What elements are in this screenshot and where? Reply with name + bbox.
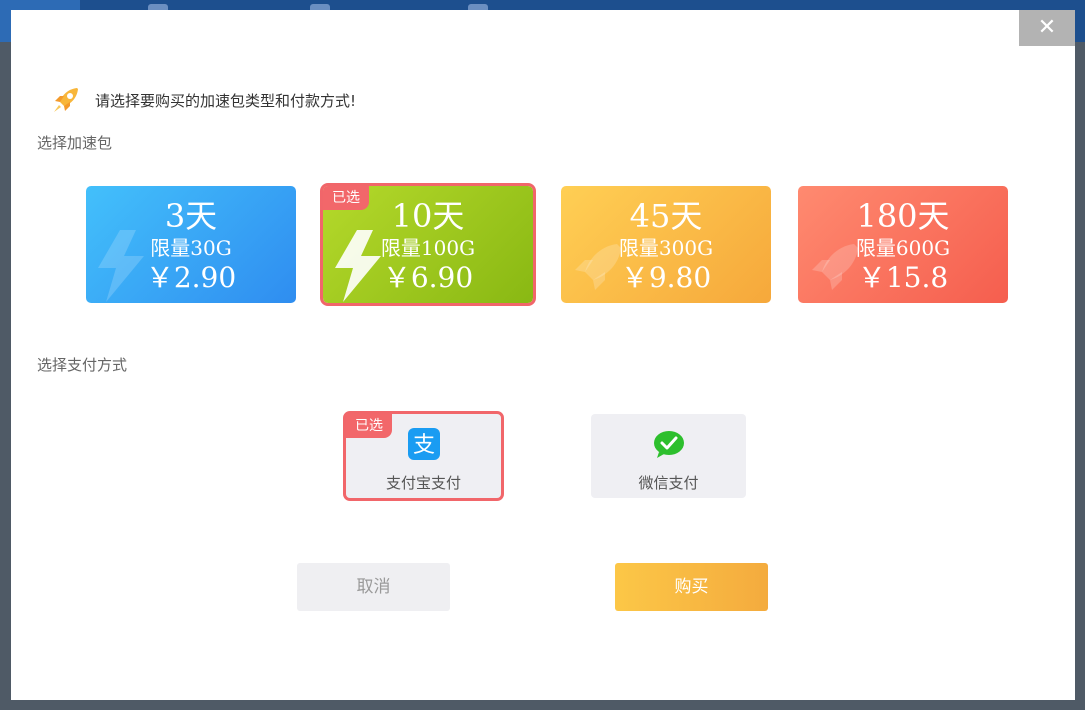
- payment-label: 微信支付: [638, 474, 699, 492]
- payment-label: 支付宝支付: [385, 474, 461, 492]
- close-button[interactable]: ✕: [1019, 10, 1075, 46]
- package-days: 180天: [856, 197, 950, 235]
- package-limit: 限量300G: [618, 236, 714, 260]
- package-limit: 限量600G: [855, 236, 951, 260]
- section-payment-label: 选择支付方式: [37, 356, 128, 374]
- section-package-label: 选择加速包: [37, 134, 113, 152]
- payment-alipay[interactable]: 已选 支 支付宝支付: [343, 411, 504, 501]
- package-card-180days[interactable]: 180天 限量600G ￥15.8: [798, 186, 1008, 303]
- package-limit: 限量30G: [150, 236, 232, 260]
- selected-badge: 已选: [346, 414, 392, 438]
- wechat-icon: [654, 431, 684, 458]
- package-price: ￥9.80: [620, 261, 712, 294]
- dialog-header: 请选择要购买的加速包类型和付款方式!: [51, 82, 356, 118]
- alipay-icon: 支: [408, 428, 440, 460]
- package-price: ￥15.8: [857, 261, 949, 294]
- package-limit: 限量100G: [380, 236, 476, 260]
- package-days: 10天: [391, 197, 465, 235]
- payment-wechat[interactable]: 微信支付: [591, 414, 746, 498]
- dialog-instruction: 请选择要购买的加速包类型和付款方式!: [95, 91, 357, 110]
- svg-text:支: 支: [413, 433, 435, 458]
- package-card-10days[interactable]: 已选 10天 限量100G ￥6.90: [320, 183, 536, 306]
- cancel-button[interactable]: 取消: [297, 563, 450, 611]
- purchase-dialog: 请选择要购买的加速包类型和付款方式! 选择加速包 3天 限量30G ￥2.90 …: [11, 10, 1075, 700]
- package-days: 45天: [629, 197, 703, 235]
- package-card-3days[interactable]: 3天 限量30G ￥2.90: [86, 186, 296, 303]
- package-price: ￥6.90: [382, 261, 474, 294]
- rocket-icon: [54, 88, 78, 112]
- package-price: ￥2.90: [145, 261, 237, 294]
- package-days: 3天: [164, 197, 218, 235]
- buy-button[interactable]: 购买: [615, 563, 768, 611]
- package-card-45days[interactable]: 45天 限量300G ￥9.80: [561, 186, 771, 303]
